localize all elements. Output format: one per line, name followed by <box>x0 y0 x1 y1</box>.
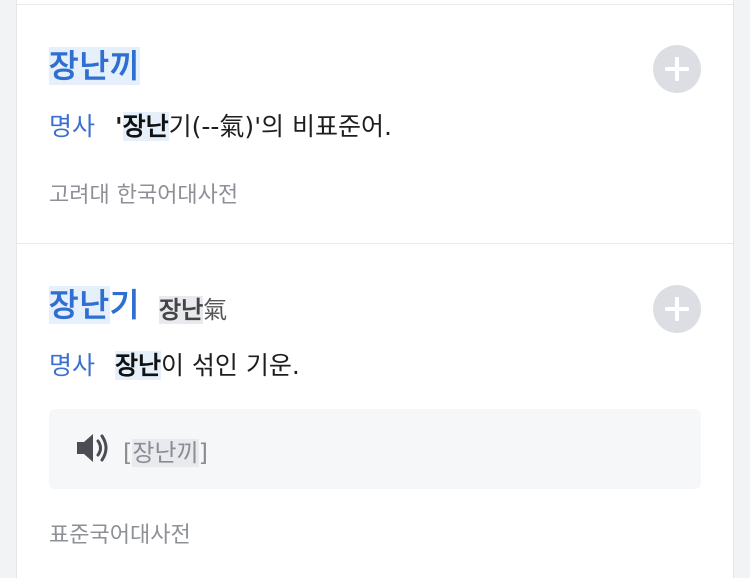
part-of-speech: 명사 <box>49 351 96 380</box>
entry-headword[interactable]: 장난기 <box>49 280 140 326</box>
entry-definition: 명사 '장난기(--氣)'의 비표준어. <box>49 107 392 143</box>
hanja-highlight: 장난 <box>159 296 204 324</box>
pronunciation-highlight: 장난끼 <box>132 439 199 467</box>
dictionary-entry: 장난끼 명사 '장난기(--氣)'의 비표준어. 고려대 한국어대사전 <box>17 5 733 244</box>
add-to-wordbook-button[interactable] <box>653 45 701 93</box>
definition-keyword: 장난 <box>122 112 169 141</box>
pronunciation-text: [장난끼] <box>123 433 208 468</box>
dictionary-entry: 장난기 장난氣 명사 장난이 섞인 기운. [장난끼] 표준국어대사전 <box>17 244 733 578</box>
headword-highlight: 장난 <box>49 286 110 324</box>
definition-text: 기(--氣)'의 비표준어. <box>168 112 392 141</box>
dictionary-source-link[interactable]: 고려대 한국어대사전 <box>49 177 238 209</box>
pronunciation-close-bracket: ] <box>198 439 208 467</box>
part-of-speech: 명사 <box>49 112 96 141</box>
dictionary-source-link[interactable]: 표준국어대사전 <box>49 517 191 549</box>
add-to-wordbook-button[interactable] <box>653 285 701 333</box>
pronunciation-open-bracket: [ <box>123 439 133 467</box>
definition-quote: ' <box>114 112 123 141</box>
plus-icon <box>665 57 689 81</box>
hanja-character: 氣 <box>203 296 228 324</box>
pronunciation-box: [장난끼] <box>49 409 701 489</box>
definition-keyword: 장난 <box>114 351 161 380</box>
headword-text: 장난끼 <box>49 47 141 85</box>
definition-text: 이 섞인 기운. <box>160 351 300 380</box>
entry-definition: 명사 장난이 섞인 기운. <box>49 346 300 382</box>
headword-rest: 기 <box>109 286 141 324</box>
plus-icon <box>665 297 689 321</box>
dictionary-results-panel: 장난끼 명사 '장난기(--氣)'의 비표준어. 고려대 한국어대사전 장난기 … <box>16 0 734 578</box>
entry-headword[interactable]: 장난끼 <box>49 41 141 87</box>
speaker-icon[interactable] <box>75 432 111 464</box>
entry-hanja: 장난氣 <box>159 290 227 325</box>
